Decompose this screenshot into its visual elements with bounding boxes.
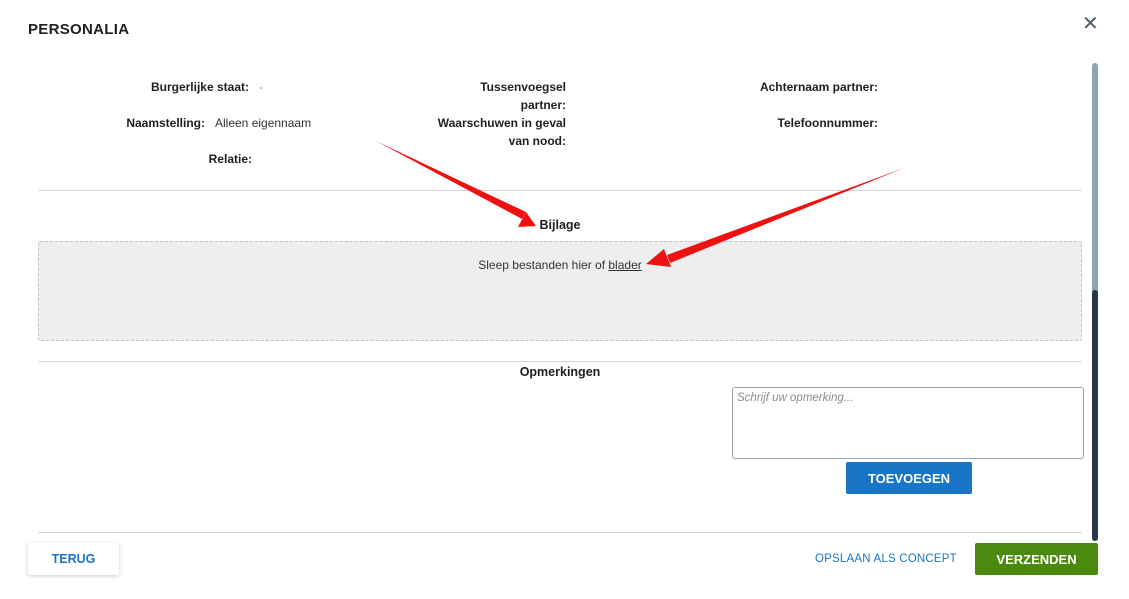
- save-concept-link[interactable]: OPSLAAN ALS CONCEPT: [815, 553, 957, 565]
- section-divider: [38, 190, 1082, 191]
- file-dropzone[interactable]: Sleep bestanden hier of blader: [38, 241, 1082, 341]
- dropzone-instruction: Sleep bestanden hier of: [478, 258, 606, 272]
- bijlage-heading: Bijlage: [539, 218, 581, 232]
- add-comment-button[interactable]: TOEVOEGEN: [846, 462, 972, 494]
- waarschuwen-label-line1: Waarschuwen in geval: [437, 116, 566, 130]
- back-button[interactable]: TERUG: [28, 543, 119, 575]
- burgerlijke-staat-label: Burgerlijke staat:: [150, 80, 249, 94]
- comment-textarea[interactable]: [732, 387, 1084, 459]
- arrow-shaft: [376, 141, 526, 219]
- waarschuwen-label-line2: van nood:: [508, 134, 566, 148]
- waarschuwen-label: Waarschuwen in geval van nood:: [400, 114, 566, 150]
- relatie-label: Relatie:: [208, 152, 252, 166]
- achternaam-partner-label: Achternaam partner:: [759, 80, 878, 94]
- tussenvoegsel-label-line1: Tussenvoegsel: [480, 80, 566, 94]
- send-button[interactable]: VERZENDEN: [975, 543, 1098, 575]
- tussenvoegsel-label-line2: partner:: [520, 98, 566, 112]
- browse-link[interactable]: blader: [608, 258, 641, 272]
- naamstelling-value: Alleen eigennaam: [215, 116, 312, 130]
- telefoonnummer-label: Telefoonnummer:: [777, 116, 878, 130]
- close-icon[interactable]: ✕: [1082, 14, 1099, 34]
- naamstelling-label: Naamstelling:: [126, 116, 205, 130]
- opmerkingen-heading: Opmerkingen: [519, 365, 601, 379]
- burgerlijke-staat-value: -: [259, 80, 263, 94]
- tussenvoegsel-partner-label: Tussenvoegsel partner:: [400, 78, 566, 114]
- scrollbar-thumb[interactable]: [1092, 290, 1098, 541]
- dropzone-text: Sleep bestanden hier of blader: [39, 258, 1081, 272]
- footer-divider: [38, 532, 1082, 533]
- section-divider: [38, 361, 1082, 362]
- dialog-title: PERSONALIA: [28, 21, 130, 38]
- annotation-arrow-bijlage: [376, 141, 536, 227]
